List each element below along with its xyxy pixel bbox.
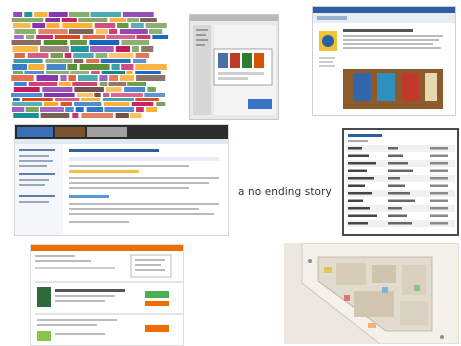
orange-site-graphic	[31, 245, 183, 341]
floor-plan-graphic	[301, 243, 459, 344]
data-table-thumbnail	[342, 128, 459, 236]
orange-site-thumbnail	[30, 244, 184, 346]
library-site-thumbnail	[312, 6, 456, 116]
tracker-page-thumbnail	[14, 124, 229, 236]
data-table-graphic	[346, 134, 455, 227]
tracker-page-graphic	[15, 125, 228, 235]
word-cloud-thumbnail	[10, 10, 172, 118]
collage-canvas: { "caption": "a no ending story", "color…	[0, 0, 461, 346]
library-site-graphic	[313, 7, 455, 109]
word-cloud-graphic	[11, 12, 169, 118]
cover-gallery-graphic	[190, 15, 278, 115]
collage-caption: a no ending story	[238, 186, 332, 198]
cover-gallery-thumbnail	[189, 14, 279, 120]
floor-plan-thumbnail	[284, 243, 459, 344]
